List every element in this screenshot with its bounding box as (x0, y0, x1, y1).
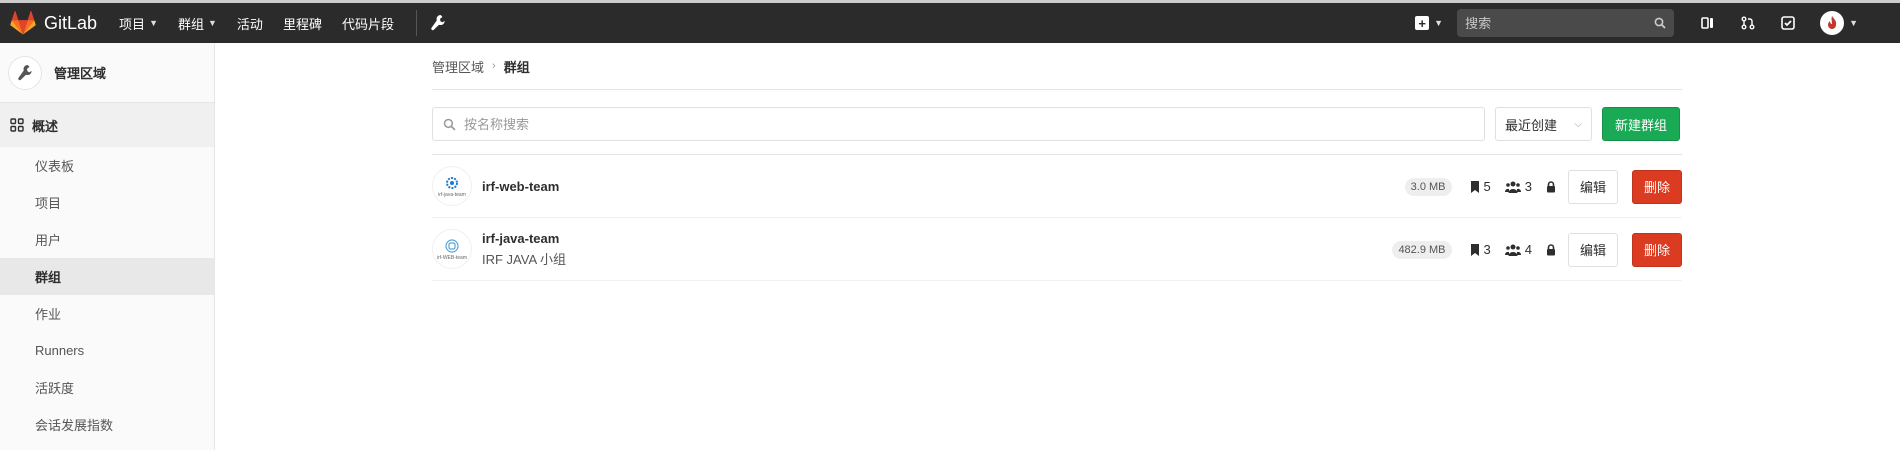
group-avatar-text: irf-java-team (438, 191, 466, 198)
wrench-icon (8, 55, 42, 90)
lock-icon (1546, 243, 1556, 256)
sidebar-item-runners[interactable]: Runners (0, 332, 214, 369)
group-avatar[interactable]: irf-java-team (432, 166, 472, 206)
gitlab-logo-icon (10, 11, 36, 35)
merge-request-icon[interactable] (1728, 16, 1768, 30)
breadcrumb-separator-icon: › (492, 60, 496, 72)
chevron-down-icon: ▼ (1434, 18, 1444, 28)
gear-icon (446, 176, 458, 189)
group-name[interactable]: irf-web-team (482, 179, 559, 194)
nav-milestones-label: 里程碑 (282, 16, 322, 32)
admin-sidebar: 管理区域 概述 仪表板 项目 用户 群组 作业 Runners 活跃度 会话发展… (0, 43, 215, 450)
storage-size-badge: 482.9 MB (1392, 240, 1452, 259)
group-search-input[interactable] (464, 116, 1484, 132)
users-icon (1504, 244, 1521, 256)
sort-label: 最近创建 (1505, 117, 1558, 133)
group-avatar-text: irf-WEB-team (437, 254, 467, 261)
brand-name: GitLab (44, 12, 98, 33)
nav-projects[interactable]: 项目 ▼ (119, 14, 158, 33)
breadcrumb-current[interactable]: 群组 (504, 57, 530, 76)
group-text: irf-web-team (482, 179, 559, 194)
plus-icon: + (1415, 16, 1430, 31)
delete-button[interactable]: 删除 (1632, 169, 1682, 204)
avatar (1820, 11, 1845, 35)
user-menu[interactable]: ▼ (1820, 11, 1858, 35)
top-navbar: GitLab 项目 ▼ 群组 ▼ 活动 里程碑 代码片段 + ▼ 搜索 ▼ (0, 0, 1900, 43)
sidebar-section-label: 概述 (32, 118, 59, 134)
sidebar-item-activity[interactable]: 活跃度 (0, 369, 214, 406)
chevron-down-icon: ⌵ (1574, 118, 1582, 130)
nav-groups-label: 群组 (177, 16, 204, 32)
todo-check-icon[interactable] (1768, 16, 1808, 30)
member-count-value: 4 (1524, 242, 1532, 257)
delete-button[interactable]: 删除 (1632, 232, 1682, 267)
global-search[interactable] (1457, 9, 1675, 37)
group-name[interactable]: irf-java-team (482, 231, 566, 246)
group-avatar[interactable]: irf-WEB-team (432, 229, 472, 269)
chevron-down-icon: ▼ (149, 18, 158, 28)
nav-divider (415, 10, 417, 36)
project-count-value: 5 (1483, 179, 1491, 194)
group-row: irf-WEB-team irf-java-team IRF JAVA 小组 4… (432, 218, 1682, 281)
bookmark-icon (1470, 180, 1479, 193)
users-icon (1504, 181, 1521, 193)
top-right-controls: + ▼ ▼ (1415, 3, 1900, 43)
project-count-value: 3 (1483, 242, 1491, 257)
global-search-input[interactable] (1465, 15, 1655, 31)
admin-wrench-icon[interactable] (431, 15, 445, 31)
issues-icon[interactable] (1688, 16, 1728, 30)
nav-activity[interactable]: 活动 (237, 14, 263, 33)
nav-groups[interactable]: 群组 ▼ (178, 14, 217, 33)
brand[interactable]: GitLab (10, 3, 97, 43)
new-item-dropdown[interactable]: + ▼ (1415, 16, 1444, 31)
edit-button[interactable]: 编辑 (1568, 232, 1618, 267)
chevron-down-icon: ▼ (1849, 18, 1858, 28)
new-group-button[interactable]: 新建群组 (1602, 107, 1680, 141)
edit-button[interactable]: 编辑 (1568, 169, 1618, 204)
search-icon (1654, 17, 1666, 29)
nav-activity-label: 活动 (236, 16, 263, 32)
group-search[interactable] (432, 107, 1485, 141)
sidebar-item-conv-dev-index[interactable]: 会话发展指数 (0, 406, 214, 443)
sidebar-section-overview[interactable]: 概述 (0, 103, 214, 147)
sidebar-item-projects[interactable]: 项目 (0, 184, 214, 221)
nav-projects-label: 项目 (119, 16, 146, 32)
group-stats: 3.0 MB 5 3 编辑 删除 (1404, 155, 1682, 218)
storage-size-badge: 3.0 MB (1404, 177, 1452, 196)
group-text: irf-java-team IRF JAVA 小组 (482, 231, 566, 268)
member-count: 4 (1504, 242, 1532, 257)
sidebar-item-jobs[interactable]: 作业 (0, 295, 214, 332)
group-list: irf-java-team irf-web-team 3.0 MB 5 3 编辑 (432, 154, 1682, 281)
group-description: IRF JAVA 小组 (482, 251, 567, 267)
nav-snippets[interactable]: 代码片段 (342, 14, 394, 33)
group-row: irf-java-team irf-web-team 3.0 MB 5 3 编辑 (432, 155, 1682, 218)
sidebar-item-groups[interactable]: 群组 (0, 258, 214, 295)
bookmark-icon (1470, 243, 1479, 256)
sidebar-item-dashboard[interactable]: 仪表板 (0, 147, 214, 184)
sort-dropdown[interactable]: 最近创建 ⌵ (1495, 107, 1592, 141)
member-count: 3 (1504, 179, 1532, 194)
robot-icon (445, 238, 459, 253)
project-count: 3 (1470, 242, 1491, 257)
search-icon (443, 118, 456, 131)
main-nav: 项目 ▼ 群组 ▼ 活动 里程碑 代码片段 (119, 10, 445, 36)
nav-snippets-label: 代码片段 (341, 16, 394, 32)
project-count: 5 (1470, 179, 1491, 194)
member-count-value: 3 (1524, 179, 1532, 194)
filter-row: 最近创建 ⌵ 新建群组 (432, 107, 1682, 141)
main-content: 管理区域 › 群组 最近创建 ⌵ 新建群组 irf-java-team (432, 43, 1682, 281)
sidebar-header[interactable]: 管理区域 (0, 43, 214, 103)
overview-grid-icon (10, 118, 24, 132)
sidebar-item-users[interactable]: 用户 (0, 221, 214, 258)
breadcrumb-root[interactable]: 管理区域 (432, 57, 484, 76)
chevron-down-icon: ▼ (208, 18, 217, 28)
sidebar-title: 管理区域 (54, 66, 107, 81)
breadcrumb: 管理区域 › 群组 (432, 43, 1682, 90)
nav-milestones[interactable]: 里程碑 (283, 14, 322, 33)
lock-icon (1546, 180, 1556, 193)
group-stats: 482.9 MB 3 4 编辑 删除 (1392, 218, 1682, 281)
